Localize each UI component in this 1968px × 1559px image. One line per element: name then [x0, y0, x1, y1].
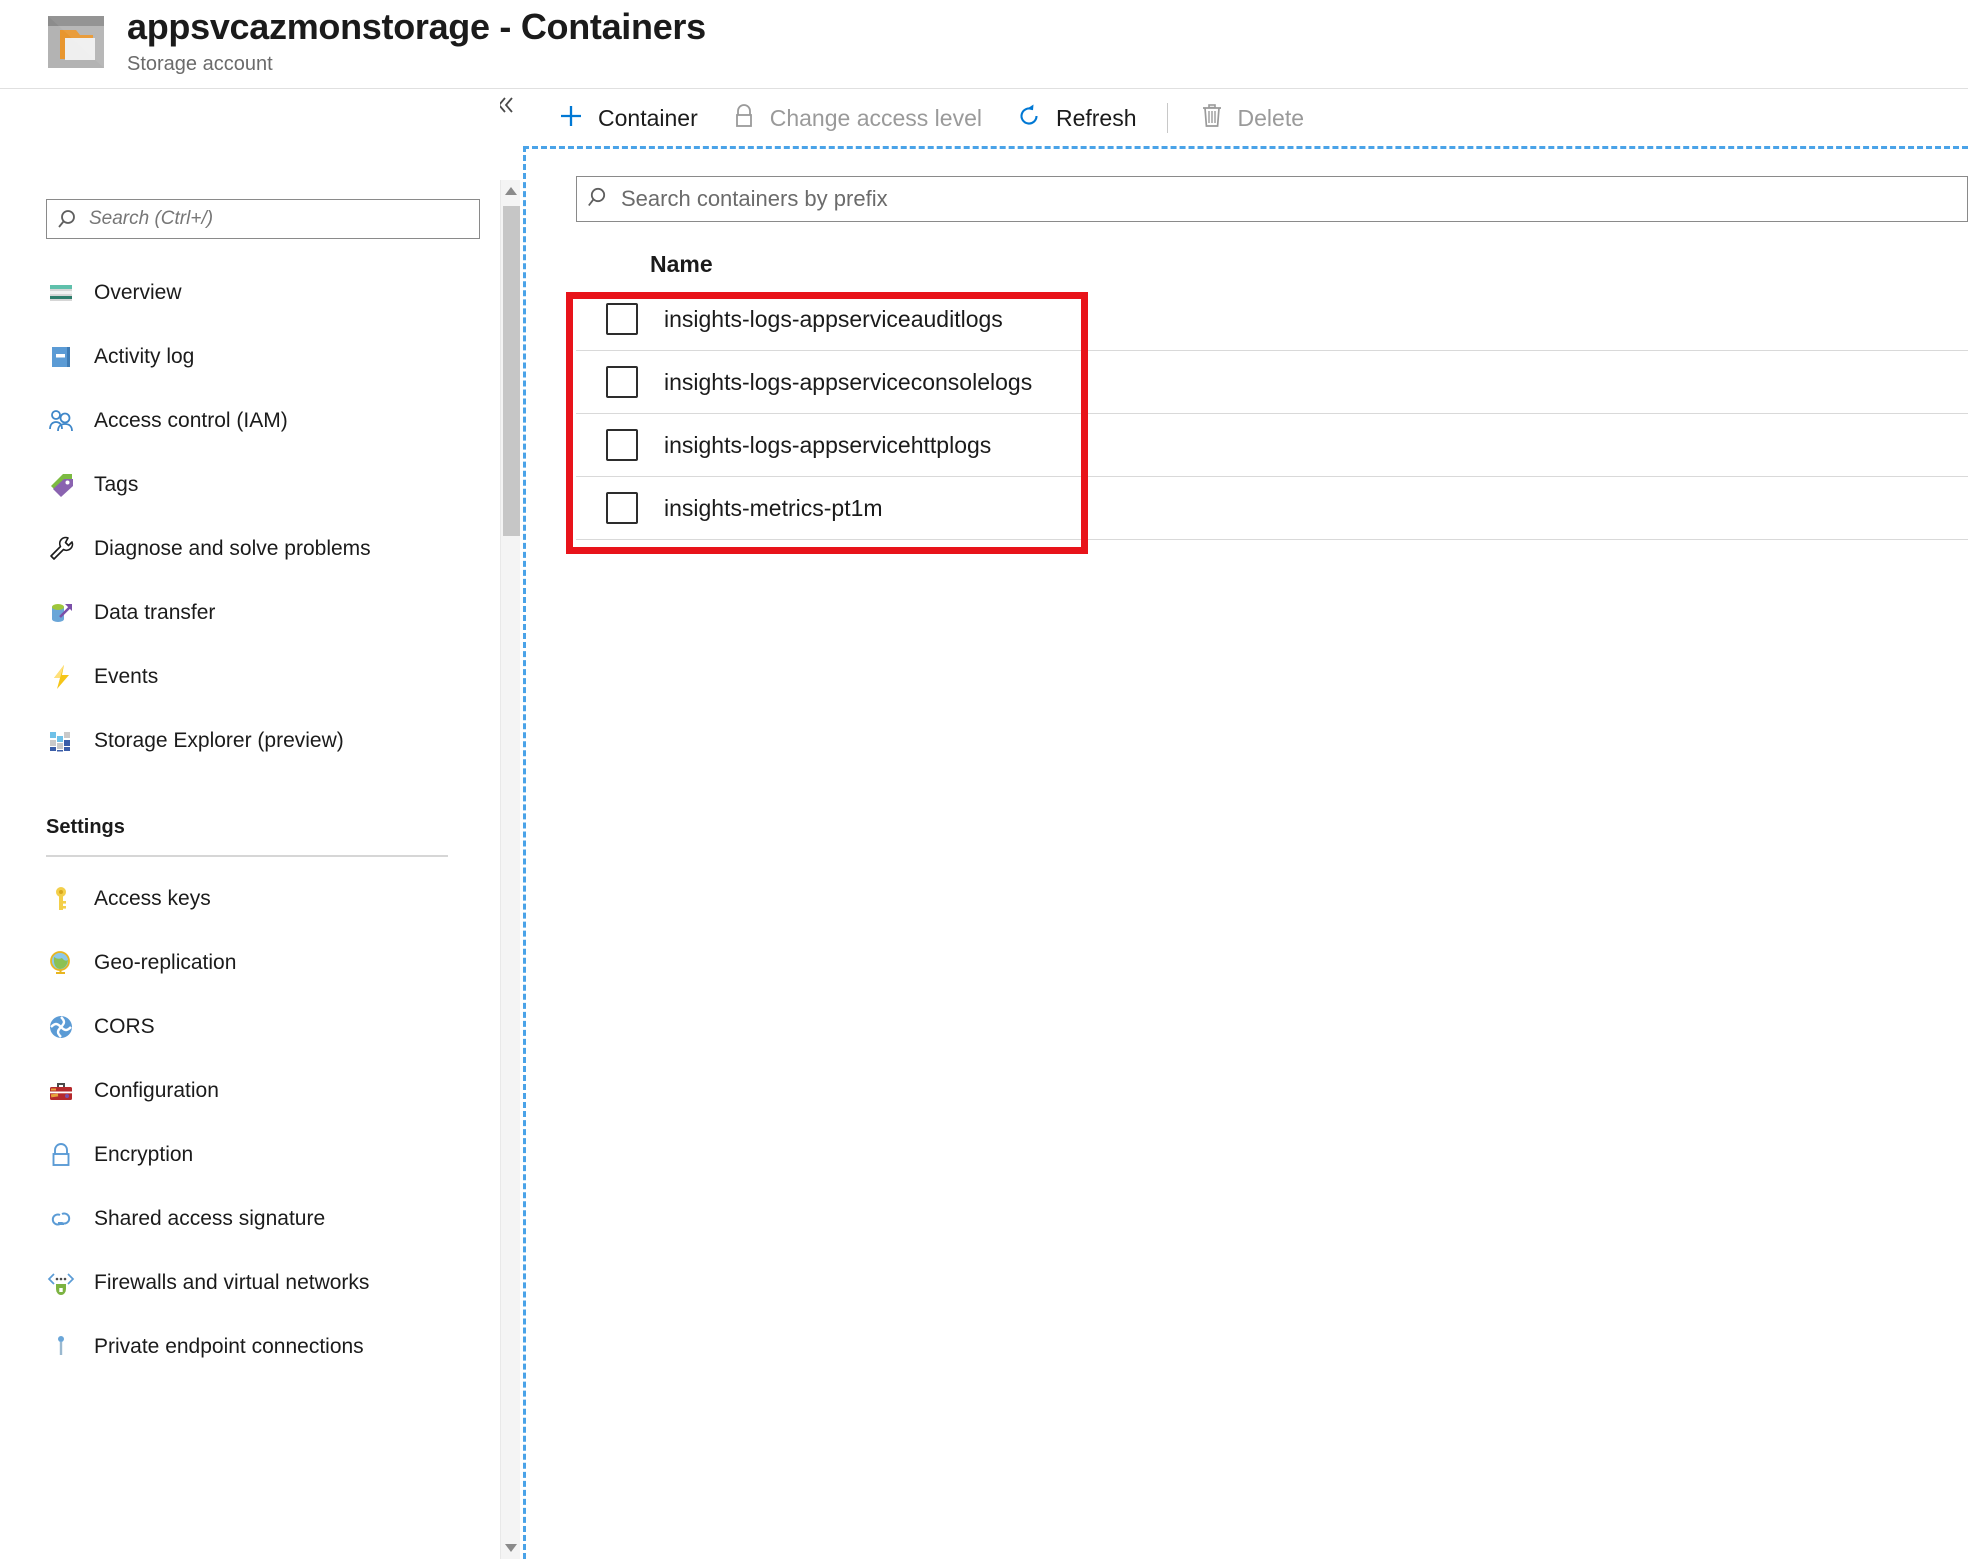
container-name: insights-metrics-pt1m: [664, 495, 883, 522]
sidebar-item-label: Tags: [94, 472, 138, 497]
search-icon: [57, 208, 83, 230]
sidebar-item-cors[interactable]: CORS: [0, 995, 500, 1059]
sidebar-item-overview[interactable]: Overview: [0, 261, 500, 325]
access-control-icon: [46, 406, 76, 436]
add-container-button[interactable]: Container: [540, 90, 714, 146]
sidebar-item-activity-log[interactable]: Activity log: [0, 325, 500, 389]
add-container-label: Container: [598, 105, 698, 132]
sidebar-item-label: Firewalls and virtual networks: [94, 1270, 369, 1295]
row-checkbox[interactable]: [606, 429, 638, 461]
private-endpoint-icon: [46, 1332, 76, 1362]
plus-icon: [556, 101, 586, 136]
scroll-down-arrow-icon[interactable]: [501, 1537, 521, 1559]
refresh-icon: [1014, 101, 1044, 136]
table-row[interactable]: insights-logs-appserviceauditlogs: [576, 288, 1968, 351]
sidebar-item-label: Access control (IAM): [94, 408, 288, 433]
sidebar-item-label: Encryption: [94, 1142, 193, 1167]
container-name: insights-logs-appservicehttplogs: [664, 432, 991, 459]
sidebar-item-label: Overview: [94, 280, 182, 305]
sidebar-item-shared-access-signature[interactable]: Shared access signature: [0, 1187, 500, 1251]
change-access-level-button[interactable]: Change access level: [714, 90, 998, 146]
column-header-name: Name: [650, 251, 713, 278]
command-bar: Container Change access level Refresh: [540, 90, 1968, 146]
data-transfer-icon: [46, 598, 76, 628]
row-checkbox[interactable]: [606, 303, 638, 335]
containers-table-body: insights-logs-appserviceauditlogs insigh…: [576, 288, 1968, 540]
sidebar-item-label: Shared access signature: [94, 1206, 325, 1231]
globe-icon: [46, 948, 76, 978]
container-prefix-search-input[interactable]: [613, 186, 1957, 212]
sidebar-item-diagnose[interactable]: Diagnose and solve problems: [0, 517, 500, 581]
sidebar-item-label: CORS: [94, 1014, 155, 1039]
sidebar-item-access-control[interactable]: Access control (IAM): [0, 389, 500, 453]
sidebar-item-label: Events: [94, 664, 158, 689]
sidebar-item-label: Access keys: [94, 886, 211, 911]
container-name: insights-logs-appserviceconsolelogs: [664, 369, 1032, 396]
key-icon: [46, 884, 76, 914]
table-row[interactable]: insights-metrics-pt1m: [576, 477, 1968, 540]
trash-icon: [1198, 101, 1226, 136]
sidebar-item-label: Geo-replication: [94, 950, 236, 975]
sidebar-item-configuration[interactable]: Configuration: [0, 1059, 500, 1123]
container-name: insights-logs-appserviceauditlogs: [664, 306, 1003, 333]
sidebar-item-firewalls-vnets[interactable]: Firewalls and virtual networks: [0, 1251, 500, 1315]
events-lightning-icon: [46, 662, 76, 692]
containers-table-header: Name: [576, 240, 1968, 288]
row-checkbox[interactable]: [606, 366, 638, 398]
header-divider-right: [520, 88, 1968, 89]
cors-icon: [46, 1012, 76, 1042]
page-title: appsvcazmonstorage - Containers: [127, 5, 706, 49]
tags-icon: [46, 470, 76, 500]
table-row[interactable]: insights-logs-appservicehttplogs: [576, 414, 1968, 477]
table-row[interactable]: insights-logs-appserviceconsolelogs: [576, 351, 1968, 414]
change-access-level-label: Change access level: [770, 105, 982, 132]
title-wrap: appsvcazmonstorage - Containers Storage …: [127, 5, 706, 77]
page-header: appsvcazmonstorage - Containers Storage …: [0, 0, 1968, 88]
row-checkbox[interactable]: [606, 492, 638, 524]
sidebar-item-label: Configuration: [94, 1078, 219, 1103]
sidebar-item-private-endpoint-connections[interactable]: Private endpoint connections: [0, 1315, 500, 1379]
page-subtitle: Storage account: [127, 51, 706, 77]
search-input[interactable]: [83, 208, 469, 230]
sidebar-section-settings-title: Settings: [0, 797, 500, 841]
sidebar-scrollbar[interactable]: [500, 180, 520, 1559]
sidebar-item-label: Activity log: [94, 344, 194, 369]
sidebar-search-box[interactable]: [46, 199, 480, 239]
command-bar-separator: [1167, 103, 1168, 133]
refresh-button[interactable]: Refresh: [998, 90, 1153, 146]
lock-icon: [46, 1140, 76, 1170]
storage-account-folder-icon: [48, 16, 104, 68]
storage-explorer-icon: [46, 726, 76, 756]
sidebar-item-storage-explorer[interactable]: Storage Explorer (preview): [0, 709, 500, 773]
containers-content-pane: Name insights-logs-appserviceauditlogs i…: [526, 150, 1968, 1559]
sidebar-item-label: Data transfer: [94, 600, 215, 625]
sidebar-item-label: Storage Explorer (preview): [94, 728, 344, 753]
sidebar-section-divider: [46, 855, 448, 857]
delete-button[interactable]: Delete: [1182, 90, 1320, 146]
sidebar-item-label: Private endpoint connections: [94, 1334, 364, 1359]
sidebar-item-tags[interactable]: Tags: [0, 453, 500, 517]
search-icon: [587, 185, 613, 214]
toolbox-icon: [46, 1076, 76, 1106]
firewall-icon: [46, 1268, 76, 1298]
sidebar-item-events[interactable]: Events: [0, 645, 500, 709]
link-icon: [46, 1204, 76, 1234]
lock-icon: [730, 101, 758, 136]
delete-label: Delete: [1238, 105, 1304, 132]
sidebar-item-geo-replication[interactable]: Geo-replication: [0, 931, 500, 995]
sidebar-item-data-transfer[interactable]: Data transfer: [0, 581, 500, 645]
sidebar-item-label: Diagnose and solve problems: [94, 536, 371, 561]
scroll-up-arrow-icon[interactable]: [501, 180, 521, 202]
sidebar: Overview Activity log Acc: [0, 89, 500, 1559]
refresh-label: Refresh: [1056, 105, 1137, 132]
sidebar-scrollbar-thumb[interactable]: [503, 206, 520, 536]
sidebar-item-access-keys[interactable]: Access keys: [0, 867, 500, 931]
sidebar-item-encryption[interactable]: Encryption: [0, 1123, 500, 1187]
overview-icon: [46, 278, 76, 308]
sidebar-nav-list: Overview Activity log Acc: [0, 261, 500, 1379]
activity-log-icon: [46, 342, 76, 372]
wrench-icon: [46, 534, 76, 564]
content-focus-outline-top: [523, 146, 1968, 149]
container-prefix-search-box[interactable]: [576, 176, 1968, 222]
